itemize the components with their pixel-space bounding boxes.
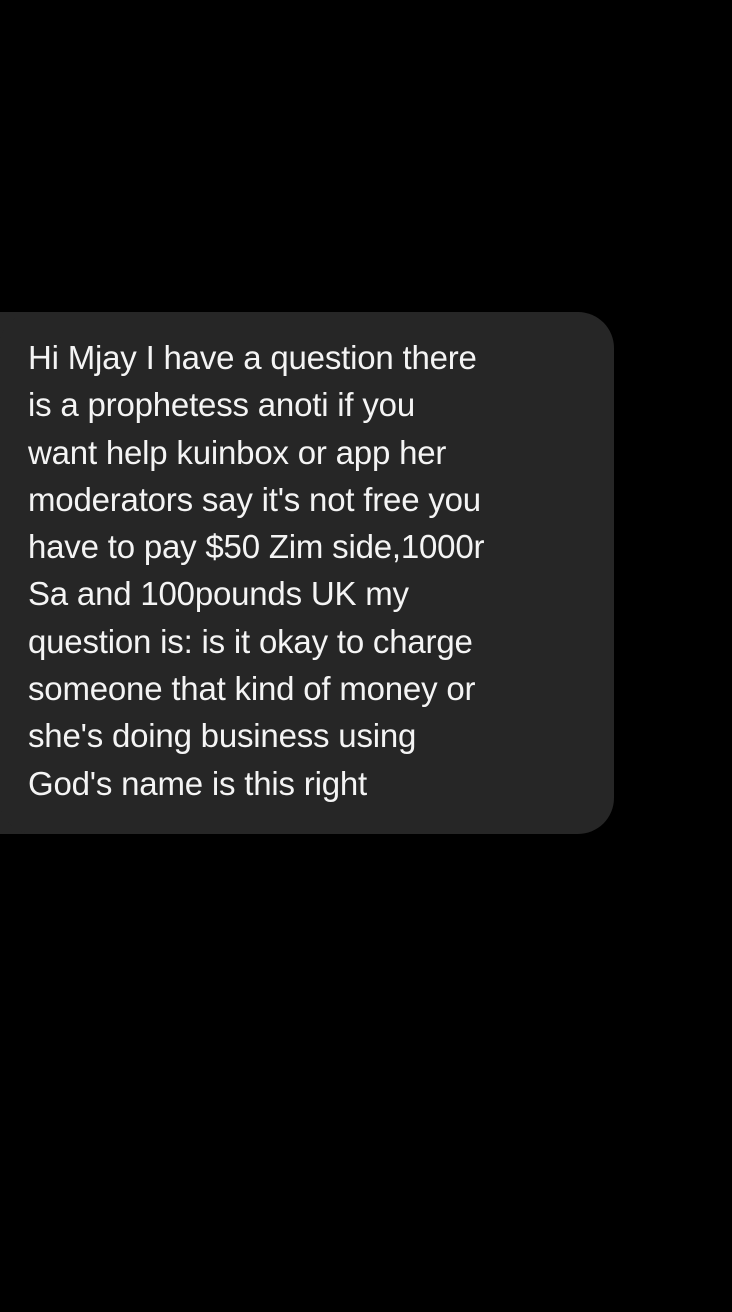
message-line: moderators say it's not free you: [28, 480, 481, 518]
message-screen: Hi Mjay I have a question there is a pro…: [0, 0, 732, 1312]
message-line: she's doing business using: [28, 717, 417, 755]
message-line: have to pay $50 Zim side,1000r: [28, 528, 485, 566]
message-line: question is: is it okay to charge: [28, 622, 473, 660]
message-line: Hi Mjay I have a question there: [28, 339, 477, 376]
message-line: Sa and 100pounds UK my: [28, 575, 409, 613]
message-line: is a prophetess anoti if you: [28, 386, 415, 424]
message-line: someone that kind of money or: [28, 670, 476, 708]
message-line: God's name is this right: [28, 764, 367, 802]
message-line: want help kuinbox or app her: [28, 433, 447, 471]
message-text: Hi Mjay I have a question there is a pro…: [28, 334, 598, 807]
